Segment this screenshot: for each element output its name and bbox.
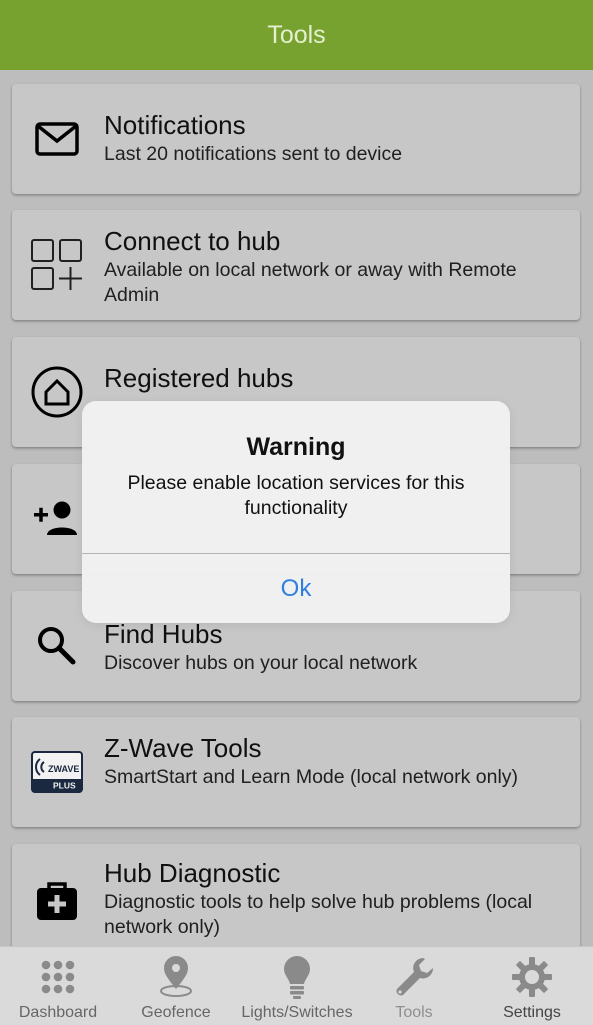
ok-button[interactable]: Ok <box>82 554 510 623</box>
wrench-icon <box>392 955 436 999</box>
dots-grid-icon <box>36 955 80 999</box>
top-app-bar: Tools <box>0 0 593 70</box>
tab-label: Settings <box>503 1004 561 1021</box>
dialog-message: Please enable location services for this… <box>127 472 465 519</box>
tab-settings[interactable]: Settings <box>482 947 582 1025</box>
dialog-title: Warning <box>246 433 346 461</box>
lightbulb-icon <box>275 955 319 999</box>
tab-dashboard[interactable]: Dashboard <box>8 947 108 1025</box>
tab-lights-switches[interactable]: Lights/Switches <box>238 947 356 1025</box>
tab-tools[interactable]: Tools <box>364 947 464 1025</box>
gear-icon <box>510 955 554 999</box>
bottom-tab-bar: Dashboard Geofence Lights/Switches Tools… <box>0 946 593 1025</box>
tab-label: Lights/Switches <box>241 1004 353 1021</box>
warning-dialog: Warning Please enable location services … <box>82 401 510 623</box>
tab-label: Tools <box>395 1004 433 1021</box>
page-title: Tools <box>267 20 326 49</box>
tab-label: Dashboard <box>18 1004 98 1021</box>
tab-label: Geofence <box>141 1004 211 1021</box>
tab-geofence[interactable]: Geofence <box>126 947 226 1025</box>
location-pin-icon <box>154 955 198 999</box>
